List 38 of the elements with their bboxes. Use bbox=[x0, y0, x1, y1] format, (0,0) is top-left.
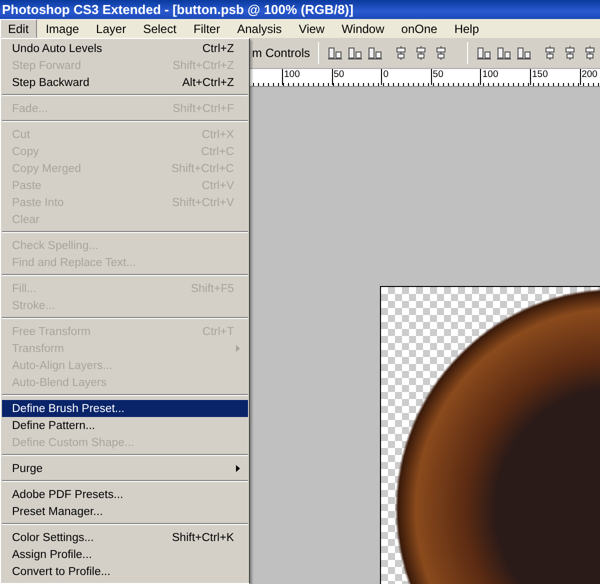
menu-item[interactable]: View bbox=[290, 19, 333, 38]
align-icon[interactable] bbox=[347, 45, 364, 61]
window-title: Photoshop CS3 Extended - [button.psb @ 100% (RGB/8)] bbox=[1, 1, 354, 19]
align-icon[interactable] bbox=[476, 45, 492, 61]
menu-item[interactable]: Color Settings... Shift+Ctrl+K bbox=[2, 529, 248, 546]
menu-item[interactable]: Convert to Profile... bbox=[2, 563, 248, 580]
menu-item[interactable]: Purge bbox=[2, 460, 248, 477]
menu-item[interactable]: Select bbox=[135, 19, 184, 38]
menu-item[interactable]: Assign Profile... bbox=[2, 546, 248, 563]
menu-item[interactable]: Step Backward Alt+Ctrl+Z bbox=[2, 74, 248, 91]
align-icon[interactable] bbox=[367, 45, 384, 61]
menu-item[interactable]: Adobe PDF Presets... bbox=[2, 486, 248, 503]
shortcut-label: Ctrl+Z bbox=[202, 42, 234, 54]
shortcut-label: Shift+Ctrl+K bbox=[172, 532, 234, 544]
menu-item[interactable]: Undo Auto Levels Ctrl+Z bbox=[2, 40, 248, 57]
ruler-label: 100 bbox=[282, 69, 300, 85]
menu-item[interactable]: onOne bbox=[393, 19, 446, 38]
menu-item[interactable]: Preset Manager... bbox=[2, 503, 248, 520]
menu-item[interactable]: Filter bbox=[185, 19, 228, 38]
menu-item[interactable]: Image bbox=[38, 19, 88, 38]
menu-item[interactable]: Define Brush Preset... bbox=[2, 400, 248, 417]
menu-item[interactable]: Define Pattern... bbox=[2, 417, 248, 434]
ruler-label: 150 bbox=[530, 69, 548, 85]
align-icon[interactable] bbox=[496, 45, 512, 61]
ruler-label: 0 bbox=[381, 69, 388, 85]
ruler-label: 50 bbox=[332, 69, 344, 85]
ruler-label: 50 bbox=[430, 69, 444, 85]
ruler-label: 100 bbox=[480, 69, 498, 85]
transform-controls-label: m Controls bbox=[251, 46, 310, 60]
menu-item[interactable]: Help bbox=[446, 19, 487, 38]
align-icon[interactable] bbox=[327, 45, 344, 61]
menu-item[interactable]: Window bbox=[334, 19, 392, 38]
menu-item[interactable]: Layer bbox=[88, 19, 134, 38]
shortcut-label: Alt+Ctrl+Z bbox=[182, 76, 234, 88]
menu-item[interactable]: Analysis bbox=[229, 19, 290, 38]
align-icon[interactable] bbox=[516, 45, 532, 61]
ruler-label: 200 bbox=[580, 69, 598, 85]
menu-item[interactable]: Edit bbox=[0, 19, 37, 38]
